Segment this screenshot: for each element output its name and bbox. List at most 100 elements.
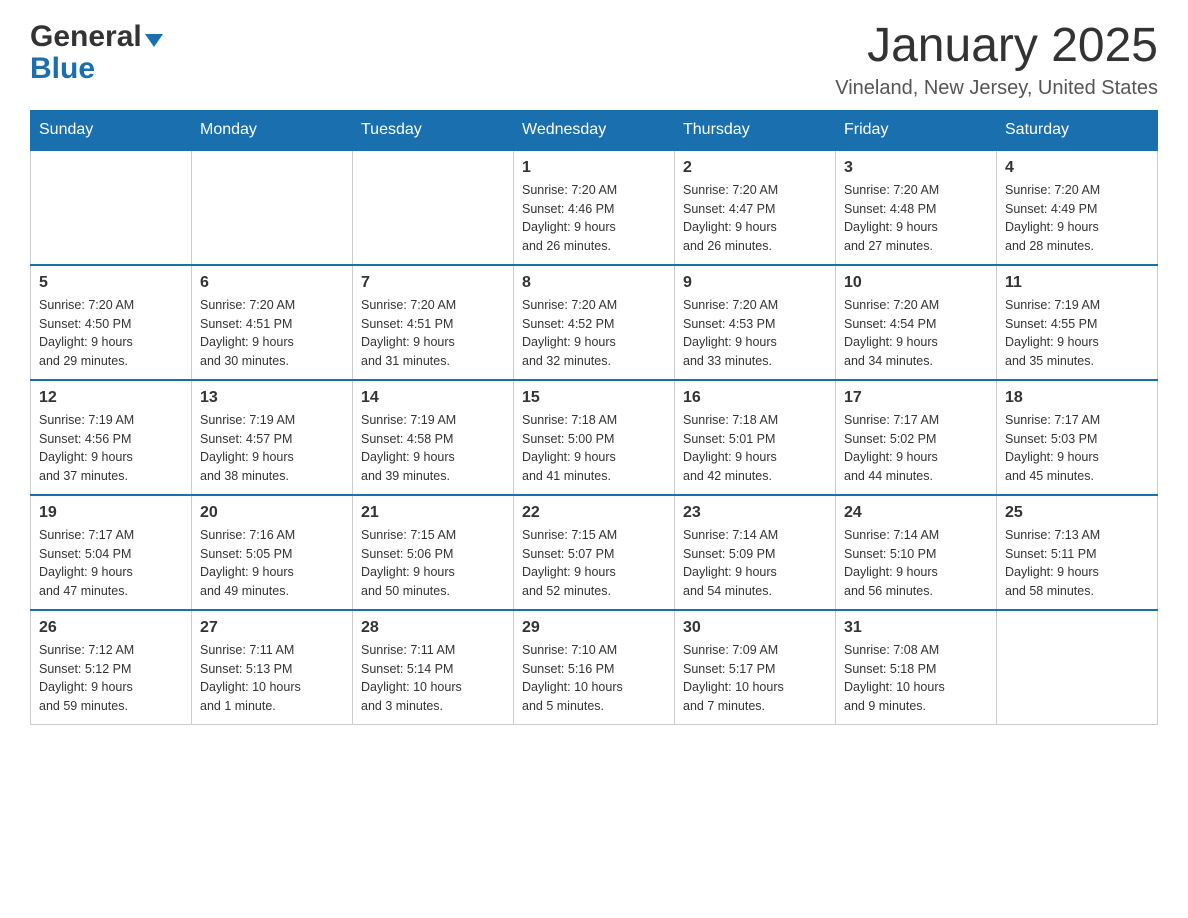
day-info: Sunrise: 7:19 AMSunset: 4:58 PMDaylight:… <box>361 411 505 486</box>
calendar-cell: 21 Sunrise: 7:15 AMSunset: 5:06 PMDayligh… <box>353 495 514 610</box>
day-number: 18 <box>1005 389 1149 407</box>
calendar-cell: 12 Sunrise: 7:19 AMSunset: 4:56 PMDayligh… <box>31 380 192 495</box>
day-number: 6 <box>200 274 344 292</box>
calendar-cell <box>997 610 1158 725</box>
week-row: 12 Sunrise: 7:19 AMSunset: 4:56 PMDayligh… <box>31 380 1158 495</box>
calendar-cell: 28 Sunrise: 7:11 AMSunset: 5:14 PMDayligh… <box>353 610 514 725</box>
day-number: 28 <box>361 619 505 637</box>
day-info: Sunrise: 7:14 AMSunset: 5:09 PMDaylight:… <box>683 526 827 601</box>
day-info: Sunrise: 7:08 AMSunset: 5:18 PMDaylight:… <box>844 641 988 716</box>
day-info: Sunrise: 7:17 AMSunset: 5:02 PMDaylight:… <box>844 411 988 486</box>
day-info: Sunrise: 7:14 AMSunset: 5:10 PMDaylight:… <box>844 526 988 601</box>
day-info: Sunrise: 7:20 AMSunset: 4:49 PMDaylight:… <box>1005 181 1149 256</box>
day-number: 16 <box>683 389 827 407</box>
day-info: Sunrise: 7:18 AMSunset: 5:00 PMDaylight:… <box>522 411 666 486</box>
calendar-cell <box>31 150 192 265</box>
day-of-week-header: Monday <box>192 110 353 150</box>
day-info: Sunrise: 7:20 AMSunset: 4:51 PMDaylight:… <box>361 296 505 371</box>
calendar-cell: 5 Sunrise: 7:20 AMSunset: 4:50 PMDaylight… <box>31 265 192 380</box>
calendar-cell: 7 Sunrise: 7:20 AMSunset: 4:51 PMDaylight… <box>353 265 514 380</box>
day-info: Sunrise: 7:19 AMSunset: 4:57 PMDaylight:… <box>200 411 344 486</box>
calendar-cell: 2 Sunrise: 7:20 AMSunset: 4:47 PMDaylight… <box>675 150 836 265</box>
day-number: 22 <box>522 504 666 522</box>
day-info: Sunrise: 7:20 AMSunset: 4:52 PMDaylight:… <box>522 296 666 371</box>
day-info: Sunrise: 7:18 AMSunset: 5:01 PMDaylight:… <box>683 411 827 486</box>
calendar-cell: 8 Sunrise: 7:20 AMSunset: 4:52 PMDaylight… <box>514 265 675 380</box>
day-info: Sunrise: 7:16 AMSunset: 5:05 PMDaylight:… <box>200 526 344 601</box>
calendar-cell: 4 Sunrise: 7:20 AMSunset: 4:49 PMDaylight… <box>997 150 1158 265</box>
calendar-cell: 15 Sunrise: 7:18 AMSunset: 5:00 PMDayligh… <box>514 380 675 495</box>
day-number: 3 <box>844 159 988 177</box>
day-number: 5 <box>39 274 183 292</box>
week-row: 1 Sunrise: 7:20 AMSunset: 4:46 PMDaylight… <box>31 150 1158 265</box>
day-info: Sunrise: 7:20 AMSunset: 4:54 PMDaylight:… <box>844 296 988 371</box>
day-number: 19 <box>39 504 183 522</box>
logo-blue-text: Blue <box>30 54 163 84</box>
calendar-cell: 16 Sunrise: 7:18 AMSunset: 5:01 PMDayligh… <box>675 380 836 495</box>
day-of-week-header: Friday <box>836 110 997 150</box>
day-number: 1 <box>522 159 666 177</box>
day-number: 31 <box>844 619 988 637</box>
calendar-cell: 19 Sunrise: 7:17 AMSunset: 5:04 PMDayligh… <box>31 495 192 610</box>
day-number: 24 <box>844 504 988 522</box>
calendar-cell: 6 Sunrise: 7:20 AMSunset: 4:51 PMDaylight… <box>192 265 353 380</box>
day-number: 29 <box>522 619 666 637</box>
day-info: Sunrise: 7:20 AMSunset: 4:46 PMDaylight:… <box>522 181 666 256</box>
day-number: 30 <box>683 619 827 637</box>
title-area: January 2025 Vineland, New Jersey, Unite… <box>835 20 1158 100</box>
logo-triangle-icon <box>145 34 163 47</box>
day-number: 12 <box>39 389 183 407</box>
day-info: Sunrise: 7:20 AMSunset: 4:51 PMDaylight:… <box>200 296 344 371</box>
calendar-cell: 18 Sunrise: 7:17 AMSunset: 5:03 PMDayligh… <box>997 380 1158 495</box>
day-number: 7 <box>361 274 505 292</box>
day-number: 2 <box>683 159 827 177</box>
day-number: 8 <box>522 274 666 292</box>
calendar-cell <box>353 150 514 265</box>
logo-general-text: General <box>30 20 142 54</box>
day-info: Sunrise: 7:12 AMSunset: 5:12 PMDaylight:… <box>39 641 183 716</box>
day-info: Sunrise: 7:13 AMSunset: 5:11 PMDaylight:… <box>1005 526 1149 601</box>
day-number: 17 <box>844 389 988 407</box>
day-info: Sunrise: 7:11 AMSunset: 5:14 PMDaylight:… <box>361 641 505 716</box>
logo: General Blue <box>30 20 163 84</box>
day-info: Sunrise: 7:20 AMSunset: 4:50 PMDaylight:… <box>39 296 183 371</box>
calendar-cell: 25 Sunrise: 7:13 AMSunset: 5:11 PMDayligh… <box>997 495 1158 610</box>
calendar-cell: 26Sunrise: 7:12 AMSunset: 5:12 PMDayligh… <box>31 610 192 725</box>
header: General Blue January 2025 Vineland, New … <box>30 20 1158 100</box>
day-info: Sunrise: 7:15 AMSunset: 5:06 PMDaylight:… <box>361 526 505 601</box>
day-info: Sunrise: 7:19 AMSunset: 4:55 PMDaylight:… <box>1005 296 1149 371</box>
calendar-cell: 10Sunrise: 7:20 AMSunset: 4:54 PMDayligh… <box>836 265 997 380</box>
day-info: Sunrise: 7:20 AMSunset: 4:47 PMDaylight:… <box>683 181 827 256</box>
calendar-cell: 1 Sunrise: 7:20 AMSunset: 4:46 PMDaylight… <box>514 150 675 265</box>
day-info: Sunrise: 7:17 AMSunset: 5:03 PMDaylight:… <box>1005 411 1149 486</box>
day-of-week-header: Sunday <box>31 110 192 150</box>
day-info: Sunrise: 7:15 AMSunset: 5:07 PMDaylight:… <box>522 526 666 601</box>
day-info: Sunrise: 7:10 AMSunset: 5:16 PMDaylight:… <box>522 641 666 716</box>
day-info: Sunrise: 7:11 AMSunset: 5:13 PMDaylight:… <box>200 641 344 716</box>
day-info: Sunrise: 7:19 AMSunset: 4:56 PMDaylight:… <box>39 411 183 486</box>
calendar-cell <box>192 150 353 265</box>
day-number: 21 <box>361 504 505 522</box>
calendar-table: SundayMondayTuesdayWednesdayThursdayFrid… <box>30 110 1158 725</box>
day-info: Sunrise: 7:20 AMSunset: 4:48 PMDaylight:… <box>844 181 988 256</box>
day-info: Sunrise: 7:20 AMSunset: 4:53 PMDaylight:… <box>683 296 827 371</box>
calendar-cell: 22 Sunrise: 7:15 AMSunset: 5:07 PMDayligh… <box>514 495 675 610</box>
day-number: 15 <box>522 389 666 407</box>
calendar-cell: 30 Sunrise: 7:09 AMSunset: 5:17 PMDayligh… <box>675 610 836 725</box>
day-number: 13 <box>200 389 344 407</box>
day-number: 14 <box>361 389 505 407</box>
day-number: 25 <box>1005 504 1149 522</box>
calendar-cell: 17 Sunrise: 7:17 AMSunset: 5:02 PMDayligh… <box>836 380 997 495</box>
day-of-week-header: Tuesday <box>353 110 514 150</box>
day-number: 4 <box>1005 159 1149 177</box>
day-info: Sunrise: 7:09 AMSunset: 5:17 PMDaylight:… <box>683 641 827 716</box>
calendar-cell: 11Sunrise: 7:19 AMSunset: 4:55 PMDayligh… <box>997 265 1158 380</box>
calendar-cell: 14 Sunrise: 7:19 AMSunset: 4:58 PMDayligh… <box>353 380 514 495</box>
day-of-week-header: Thursday <box>675 110 836 150</box>
day-info: Sunrise: 7:17 AMSunset: 5:04 PMDaylight:… <box>39 526 183 601</box>
week-row: 19 Sunrise: 7:17 AMSunset: 5:04 PMDayligh… <box>31 495 1158 610</box>
week-row: 26Sunrise: 7:12 AMSunset: 5:12 PMDayligh… <box>31 610 1158 725</box>
month-title: January 2025 <box>835 20 1158 73</box>
calendar-cell: 13 Sunrise: 7:19 AMSunset: 4:57 PMDayligh… <box>192 380 353 495</box>
calendar-cell: 9Sunrise: 7:20 AMSunset: 4:53 PMDaylight… <box>675 265 836 380</box>
